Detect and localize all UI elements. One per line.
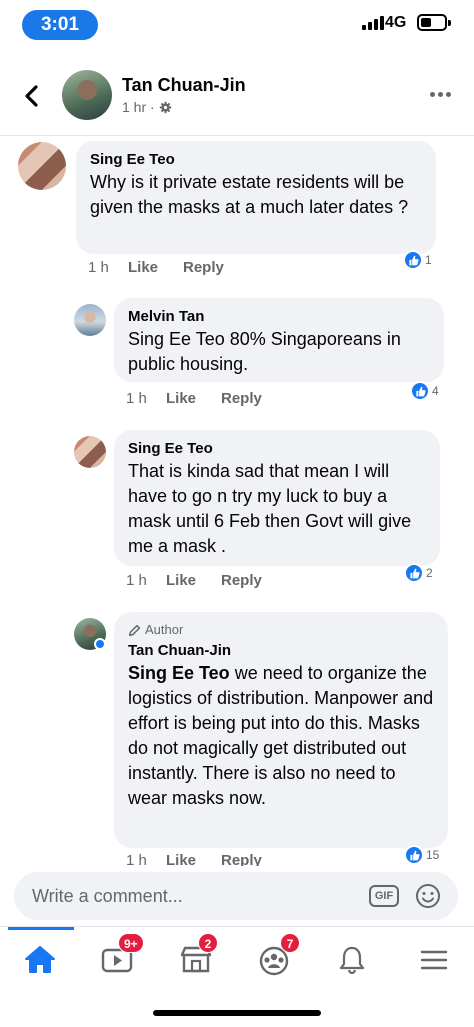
bell-icon	[339, 946, 365, 975]
comment-bubble: Melvin Tan Sing Ee Teo 80% Singaporeans …	[114, 298, 444, 382]
author-tag: Author	[128, 621, 434, 639]
thumbs-up-icon	[404, 845, 424, 865]
comment-actions: 1 h Like Reply	[126, 390, 262, 407]
comment-placeholder: Write a comment...	[32, 886, 183, 906]
reply-button[interactable]: Reply	[221, 852, 262, 866]
comment-time: 1 h	[88, 259, 109, 276]
comment-composer: Write a comment... GIF	[0, 866, 474, 926]
comment-bubble: Author Tan Chuan-Jin Sing Ee Teo we need…	[114, 612, 448, 848]
comment-text: Sing Ee Teo 80% Singaporeans in public h…	[128, 329, 401, 374]
post-time: 1 hr ·	[122, 99, 155, 115]
status-time: 3:01	[22, 10, 98, 40]
menu-icon	[420, 950, 448, 970]
like-button[interactable]: Like	[128, 259, 183, 276]
comment-actions: 1 h Like Reply	[126, 572, 262, 589]
nav-home[interactable]	[16, 937, 64, 981]
reaction-number: 2	[426, 566, 433, 580]
reply-button[interactable]: Reply	[183, 259, 224, 276]
reaction-count[interactable]: 15	[404, 845, 439, 865]
comment-body: we need to organize the logistics of dis…	[128, 663, 434, 808]
comment-input[interactable]: Write a comment... GIF	[14, 872, 458, 920]
nav-groups[interactable]: 7	[252, 933, 300, 981]
mention-link[interactable]: Sing Ee Teo	[128, 663, 230, 683]
gif-button[interactable]: GIF	[369, 885, 399, 907]
back-arrow-icon[interactable]	[18, 80, 46, 112]
battery-icon	[417, 14, 451, 31]
comment-actions: 1 h Like Reply	[88, 259, 224, 276]
pencil-icon	[128, 624, 141, 636]
like-button[interactable]: Like	[166, 852, 221, 866]
active-tab-indicator	[8, 927, 74, 930]
nav-badge: 7	[280, 933, 300, 953]
comment-text: Sing Ee Teo we need to organize the logi…	[128, 661, 434, 811]
like-button[interactable]: Like	[166, 390, 221, 407]
post-meta: 1 hr ·	[122, 99, 172, 115]
nav-menu[interactable]	[410, 937, 458, 981]
author-tag-label: Author	[145, 622, 184, 637]
comment-bubble: Sing Ee Teo That is kinda sad that mean …	[114, 430, 440, 566]
comment-actions: 1 h Like Reply	[126, 852, 262, 866]
comment-time: 1 h	[126, 572, 147, 589]
commenter-name[interactable]: Tan Chuan-Jin	[128, 641, 434, 661]
reply-button[interactable]: Reply	[221, 572, 262, 589]
comment-time: 1 h	[126, 390, 147, 407]
reaction-number: 1	[425, 253, 432, 267]
status-bar: 3:01 4G	[0, 0, 474, 50]
comment-text: Why is it private estate residents will …	[90, 172, 409, 217]
comment-bubble: Sing Ee Teo Why is it private estate res…	[76, 141, 436, 254]
post-header: Tan Chuan-Jin 1 hr ·	[0, 60, 474, 136]
home-icon	[25, 946, 55, 973]
commenter-name[interactable]: Sing Ee Teo	[128, 439, 426, 459]
reaction-number: 15	[426, 848, 440, 862]
emoji-icon[interactable]	[415, 883, 441, 909]
commenter-avatar[interactable]	[74, 436, 106, 468]
nav-marketplace[interactable]: 2	[172, 933, 220, 981]
author-name[interactable]: Tan Chuan-Jin	[122, 75, 246, 96]
comment-text: That is kinda sad that mean I will have …	[128, 461, 412, 556]
gear-icon	[159, 101, 171, 113]
thumbs-up-icon	[403, 250, 423, 270]
more-options-icon[interactable]	[430, 92, 451, 97]
reaction-count[interactable]: 1	[403, 250, 432, 270]
commenter-avatar[interactable]	[74, 304, 106, 336]
commenter-avatar[interactable]	[18, 142, 66, 190]
reaction-count[interactable]: 4	[410, 381, 439, 401]
home-indicator[interactable]	[153, 1010, 321, 1016]
like-button[interactable]: Like	[166, 572, 221, 589]
nav-badge: 2	[198, 933, 218, 953]
thumbs-up-icon	[410, 381, 430, 401]
author-avatar[interactable]	[62, 70, 112, 120]
reaction-count[interactable]: 2	[404, 563, 433, 583]
bottom-nav: 9+ 2 7	[0, 926, 474, 990]
verified-badge-icon	[94, 638, 106, 650]
reaction-number: 4	[432, 384, 439, 398]
comment-time: 1 h	[126, 852, 147, 866]
thumbs-up-icon	[404, 563, 424, 583]
signal-icon	[362, 16, 384, 30]
network-label: 4G	[385, 14, 407, 31]
commenter-name[interactable]: Melvin Tan	[128, 307, 430, 327]
commenter-name[interactable]: Sing Ee Teo	[90, 150, 422, 170]
nav-notifications[interactable]	[328, 937, 376, 981]
reply-button[interactable]: Reply	[221, 390, 262, 407]
nav-watch[interactable]: 9+	[94, 933, 144, 981]
nav-badge: 9+	[118, 933, 144, 953]
